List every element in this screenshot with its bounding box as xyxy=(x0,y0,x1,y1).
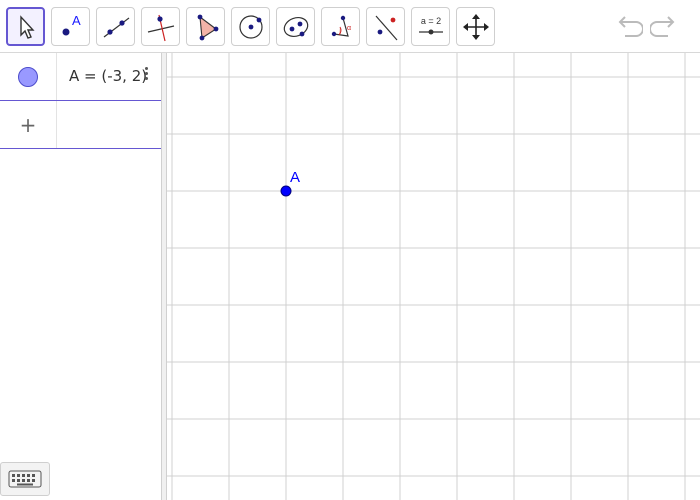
move-tool-button[interactable] xyxy=(6,7,45,46)
slider-icon: a = 2 xyxy=(418,16,443,34)
ellipse-tool-button[interactable] xyxy=(276,7,315,46)
point-A[interactable] xyxy=(280,185,292,197)
redo-button[interactable] xyxy=(650,12,680,42)
undo-button[interactable] xyxy=(613,12,643,42)
ellipse-icon xyxy=(283,16,308,37)
svg-text:a = 2: a = 2 xyxy=(420,16,440,26)
algebra-input-row[interactable]: + xyxy=(0,101,161,149)
circle-center-point-icon xyxy=(238,14,263,39)
point-tool-button[interactable]: A xyxy=(51,7,90,46)
reflect-tool-button[interactable] xyxy=(366,7,405,46)
polygon-icon xyxy=(197,14,218,40)
angle-tool-button[interactable]: α xyxy=(321,7,360,46)
svg-text:α: α xyxy=(347,25,351,32)
algebra-view: A = (-3, 2) + xyxy=(0,53,161,500)
perpendicular-line-icon xyxy=(147,14,174,41)
more-options-icon[interactable] xyxy=(142,65,150,87)
toolbar: A α a = 2 xyxy=(0,0,700,53)
redo-icon xyxy=(650,16,675,37)
cursor-arrow-icon xyxy=(19,14,35,39)
polygon-tool-button[interactable] xyxy=(186,7,225,46)
keyboard-button[interactable] xyxy=(0,462,50,496)
keyboard-icon xyxy=(8,470,42,488)
visibility-toggle[interactable] xyxy=(0,53,57,100)
move-graphics-view-tool-button[interactable] xyxy=(456,7,495,46)
line-through-two-points-icon xyxy=(103,17,129,37)
undo-icon xyxy=(618,16,643,37)
reflect-about-line-icon xyxy=(375,15,397,40)
point-icon: A xyxy=(62,13,81,35)
graphics-canvas[interactable]: A xyxy=(167,53,700,500)
move-arrows-icon xyxy=(462,13,489,40)
svg-text:A: A xyxy=(72,13,81,28)
graphics-view[interactable]: A xyxy=(167,53,700,500)
plus-icon: + xyxy=(19,112,37,137)
slider-tool-button[interactable]: a = 2 xyxy=(411,7,450,46)
line-tool-button[interactable] xyxy=(96,7,135,46)
add-item-button[interactable]: + xyxy=(0,101,57,148)
angle-icon: α xyxy=(331,15,351,37)
algebra-definition[interactable]: A = (-3, 2) xyxy=(69,67,147,85)
visibility-marble-icon xyxy=(18,66,38,87)
perpendicular-line-tool-button[interactable] xyxy=(141,7,180,46)
algebra-item-A[interactable]: A = (-3, 2) xyxy=(0,53,161,101)
circle-tool-button[interactable] xyxy=(231,7,270,46)
point-label-A: A xyxy=(290,169,300,186)
